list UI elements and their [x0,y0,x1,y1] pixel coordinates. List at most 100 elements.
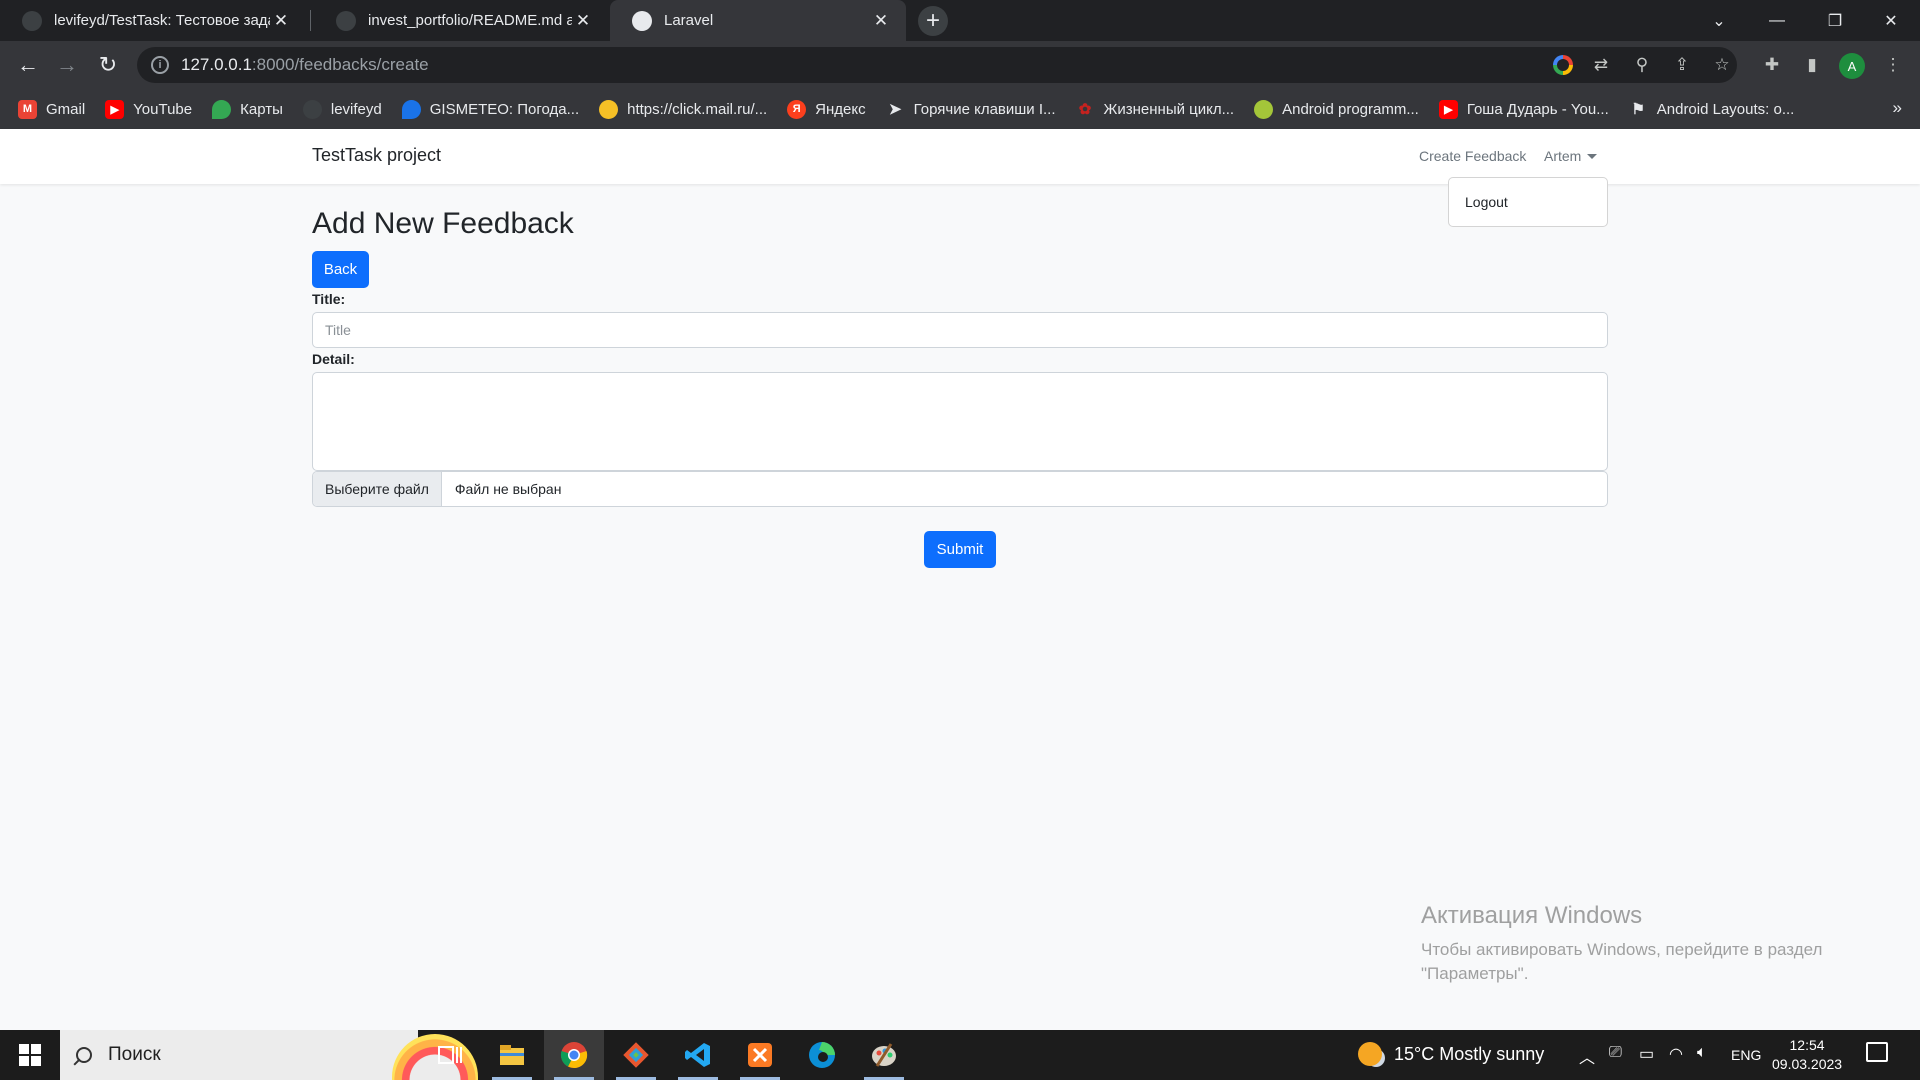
google-lens-icon[interactable] [1553,55,1573,75]
user-dropdown-toggle[interactable]: Artem [1544,148,1598,164]
choose-file-button[interactable]: Выберите файл [313,472,442,506]
watermark-line: "Параметры". [1421,964,1529,983]
git-client-icon[interactable] [606,1030,666,1080]
minimize-icon[interactable]: — [1748,0,1806,41]
taskbar-search-box[interactable]: Поиск [60,1030,478,1080]
bookmark-gosha-dudar[interactable]: ▶ Гоша Дударь - You... [1438,99,1609,119]
paw-icon: ✿ [1078,101,1092,118]
task-view-icon[interactable] [420,1030,480,1080]
tab-title: invest_portfolio/README.md at main [368,12,572,29]
github-icon [22,10,42,31]
gismeteo-icon [401,99,421,119]
user-dropdown-menu: Logout [1448,177,1608,227]
bookmark-click-mail[interactable]: https://click.mail.ru/... [599,99,767,119]
caret-down-icon [1587,153,1598,159]
system-clock[interactable]: 12:54 09.03.2023 [1772,1036,1842,1074]
title-input[interactable]: Title [312,312,1608,348]
bookmark-star-icon[interactable]: ☆ [1711,54,1733,76]
bookmark-maps[interactable]: Карты [212,99,283,119]
file-status: Файл не выбран [454,481,562,497]
title-label: Title: [312,291,346,307]
tab-title: levifeyd/TestTask: Тестовое задание [54,12,270,29]
paint-icon[interactable] [854,1030,914,1080]
profile-avatar[interactable]: A [1839,53,1865,79]
translate-icon[interactable]: ⇄ [1590,54,1612,76]
edge-icon[interactable] [792,1030,852,1080]
detail-label: Detail: [312,351,355,367]
share-icon[interactable]: ⇪ [1671,54,1693,76]
back-arrow-icon[interactable]: ← [12,49,44,81]
browser-toolbar: ← → ↻ i 127.0.0.1 :8000/feedbacks/create… [0,41,1920,89]
watermark-line: Чтобы активировать Windows, перейдите в … [1421,940,1823,959]
close-tab-icon[interactable]: ✕ [270,11,292,31]
maps-icon [212,99,232,119]
bookmark-android-programming[interactable]: Android programm... [1254,99,1419,119]
gmail-icon: M [18,99,37,119]
browser-tab-laravel[interactable]: Laravel ✕ [610,0,906,41]
clock-time: 12:54 [1789,1037,1825,1053]
android-icon [1254,99,1274,119]
close-tab-icon[interactable]: ✕ [572,11,594,31]
user-name: Artem [1544,148,1582,164]
volume-icon[interactable]: 🔈︎ [1697,1044,1707,1062]
more-bookmarks-icon[interactable]: » [1893,98,1902,118]
battery-icon[interactable]: ▭ [1639,1044,1654,1064]
bookmark-android-layouts[interactable]: ⚑ Android Layouts: o... [1629,100,1795,119]
url-host: 127.0.0.1 [181,55,252,74]
zoom-icon[interactable]: ⚲ [1631,54,1653,76]
bookmark-yandex[interactable]: Я Яндекс [787,99,866,119]
extensions-icon[interactable]: ✚ [1761,54,1783,76]
notification-center-icon[interactable] [1866,1042,1888,1062]
back-button[interactable]: Back [312,251,369,288]
tab-search-icon[interactable]: ⌄ [1690,0,1748,41]
language-indicator[interactable]: ENG [1731,1047,1761,1063]
start-button[interactable] [0,1030,60,1080]
bookmark-youtube[interactable]: ▶ YouTube [105,99,192,119]
browser-tab-readme[interactable]: invest_portfolio/README.md at main ✕ [314,0,608,41]
create-feedback-link[interactable]: Create Feedback [1419,148,1526,164]
weather-widget[interactable]: 15°C Mostly sunny [1358,1042,1544,1066]
side-panel-icon[interactable]: ▮ [1801,54,1823,76]
file-explorer-icon[interactable] [482,1030,542,1080]
globe-icon [632,10,652,31]
page-title: Add New Feedback [312,207,574,240]
xampp-icon[interactable] [730,1030,790,1080]
close-window-icon[interactable]: ✕ [1862,0,1920,41]
reload-icon[interactable]: ↻ [92,49,124,81]
vscode-icon[interactable] [668,1030,728,1080]
file-input[interactable]: Выберите файл Файл не выбран [312,471,1608,507]
restore-icon[interactable]: ❐ [1806,0,1864,41]
forward-arrow-icon[interactable]: → [51,49,83,81]
chrome-icon[interactable] [544,1030,604,1080]
github-icon [302,99,322,119]
search-placeholder: Поиск [108,1044,161,1065]
tab-separator [310,10,311,31]
weather-sunny-icon [1358,1042,1382,1066]
youtube-icon: ▶ [105,99,125,119]
site-info-icon[interactable]: i [151,56,169,74]
bookmark-hotkeys[interactable]: ➤ Горячие клавиши I... [886,100,1056,119]
search-icon [76,1047,92,1063]
close-tab-icon[interactable]: ✕ [870,11,892,31]
browser-tab-testtask[interactable]: levifeyd/TestTask: Тестовое задание ✕ [0,0,306,41]
wifi-icon[interactable]: ◠ [1669,1044,1683,1064]
show-hidden-icons-icon[interactable]: ︿ [1579,1044,1595,1068]
bookmark-icon: ⚑ [1631,101,1645,118]
tab-title: Laravel [664,12,714,29]
arrow-icon: ➤ [888,101,902,118]
detail-textarea[interactable] [312,372,1608,471]
browser-tab-strip: levifeyd/TestTask: Тестовое задание ✕ in… [0,0,1920,41]
menu-kebab-icon[interactable]: ⋮ [1882,54,1904,76]
address-bar[interactable]: i 127.0.0.1 :8000/feedbacks/create [137,47,1737,83]
logout-link[interactable]: Logout [1465,194,1508,210]
watermark-title: Активация Windows [1421,902,1643,929]
new-tab-button[interactable]: + [918,6,948,36]
bookmark-gmail[interactable]: M Gmail [18,99,85,119]
bookmark-gismeteo[interactable]: GISMETEO: Погода... [401,99,579,119]
meet-now-icon[interactable]: ⎚ [1609,1044,1622,1062]
yandex-icon: Я [787,99,807,119]
bookmark-levifeyd[interactable]: levifeyd [302,99,382,119]
submit-button[interactable]: Submit [924,531,996,568]
brand-link[interactable]: TestTask project [312,145,441,166]
bookmark-lifecycle[interactable]: ✿ Жизненный цикл... [1076,100,1234,119]
